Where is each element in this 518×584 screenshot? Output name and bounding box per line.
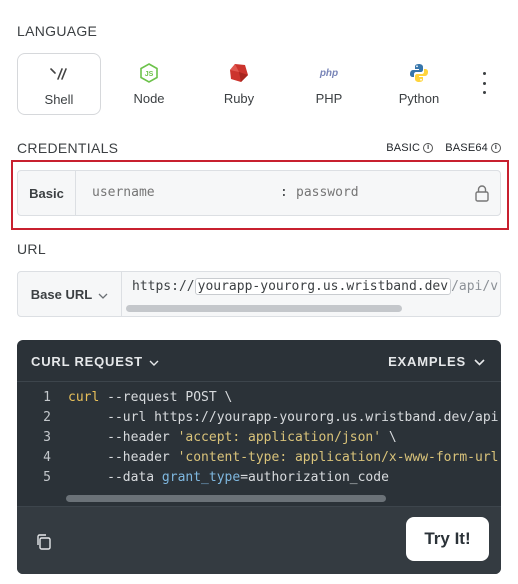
credentials-separator: : [280, 185, 288, 200]
credentials-input-group: Basic : [17, 170, 501, 216]
base-url-dropdown[interactable]: Base URL [18, 272, 122, 316]
code-panel: CURL REQUEST EXAMPLES 1 curl --request PO… [17, 340, 501, 574]
info-icon: i [491, 143, 501, 153]
code-token: 'accept: application/json' [177, 430, 382, 445]
language-option-shell[interactable]: Shell [17, 53, 101, 115]
language-label: Python [398, 91, 440, 106]
language-section-title: LANGUAGE [17, 23, 98, 39]
code-line: 4 --header 'content-type: application/x-… [17, 448, 498, 468]
request-type-label: CURL REQUEST [31, 354, 143, 369]
language-option-php[interactable]: php PHP [287, 53, 371, 115]
chevron-down-icon [149, 354, 159, 369]
copy-icon[interactable] [35, 533, 53, 556]
examples-dropdown[interactable]: EXAMPLES [388, 354, 485, 369]
code-panel-footer: Try It! [17, 506, 501, 574]
chevron-down-icon [98, 287, 108, 302]
credentials-section-title: CREDENTIALS [17, 140, 119, 156]
line-number: 3 [43, 430, 51, 445]
base64-format-option[interactable]: BASE64 i [445, 142, 501, 154]
code-panel-header: CURL REQUEST EXAMPLES [17, 340, 501, 382]
shell-icon [49, 64, 69, 84]
username-input[interactable] [92, 185, 272, 200]
url-section-title: URL [17, 241, 46, 257]
url-scrollbar[interactable] [126, 305, 402, 312]
url-input-group: Base URL https://yourapp-yourorg.us.wris… [17, 271, 501, 317]
php-icon-text: php [319, 67, 339, 79]
url-prefix: https:// [132, 279, 195, 294]
code-token: --header [68, 450, 178, 465]
url-host[interactable]: yourapp-yourorg.us.wristband.dev [194, 278, 452, 295]
language-label: Shell [44, 92, 74, 107]
language-selector: Shell JS Node Ruby php PHP Python [17, 53, 501, 115]
language-option-ruby[interactable]: Ruby [197, 53, 281, 115]
code-token: --header [68, 430, 178, 445]
examples-label: EXAMPLES [388, 354, 466, 369]
language-option-node[interactable]: JS Node [107, 53, 191, 115]
try-it-button[interactable]: Try It! [406, 517, 489, 561]
ruby-icon [229, 63, 249, 83]
credentials-format-options: BASIC i BASE64 i [386, 142, 501, 154]
code-token: curl [68, 390, 100, 405]
more-vertical-icon [482, 72, 486, 75]
line-number: 2 [43, 410, 51, 425]
language-option-python[interactable]: Python [377, 53, 461, 115]
request-type-dropdown[interactable]: CURL REQUEST [31, 354, 159, 369]
code-token: \ [381, 430, 397, 445]
auth-type-label: Basic [18, 171, 76, 215]
language-label: Node [133, 91, 165, 106]
line-number: 4 [43, 450, 51, 465]
python-icon [409, 63, 429, 83]
code-block[interactable]: 1 curl --request POST \ 2 --url https://yo… [17, 388, 501, 506]
more-languages-button[interactable] [474, 72, 494, 94]
language-label: Ruby [223, 91, 255, 106]
code-line: 2 --url https://yourapp-yourorg.us.wrist… [17, 408, 498, 428]
base64-format-label: BASE64 [445, 142, 488, 154]
line-number: 5 [43, 470, 51, 485]
code-line: 1 curl --request POST \ [17, 388, 232, 408]
code-token: 'content-type: application/x-www-form-ur… [177, 450, 499, 465]
line-number: 1 [43, 390, 51, 405]
basic-format-label: BASIC [386, 142, 421, 154]
svg-text:JS: JS [145, 71, 154, 78]
code-line: 3 --header 'accept: application/json' \ [17, 428, 397, 448]
code-token: grant_type [161, 470, 241, 485]
url-value[interactable]: https://yourapp-yourorg.us.wristband.dev… [132, 278, 499, 295]
language-label: PHP [315, 91, 343, 106]
code-line: 5 --data grant_type=authorization_code [17, 468, 389, 488]
lock-icon [474, 184, 490, 207]
url-path: /api/v [451, 279, 499, 294]
info-icon: i [423, 143, 434, 153]
code-token: --data [68, 470, 162, 485]
password-input[interactable] [296, 185, 456, 200]
code-token: --url https://yourapp-yourorg.us.wristba… [68, 410, 499, 425]
php-icon: php [320, 63, 338, 83]
nodejs-icon: JS [140, 63, 158, 83]
basic-format-option[interactable]: BASIC i [386, 142, 434, 154]
chevron-down-icon [474, 354, 485, 369]
code-token: --request POST \ [99, 390, 233, 405]
code-scrollbar[interactable] [66, 495, 386, 502]
code-token: =authorization_code [240, 470, 389, 485]
base-url-label: Base URL [30, 286, 93, 302]
